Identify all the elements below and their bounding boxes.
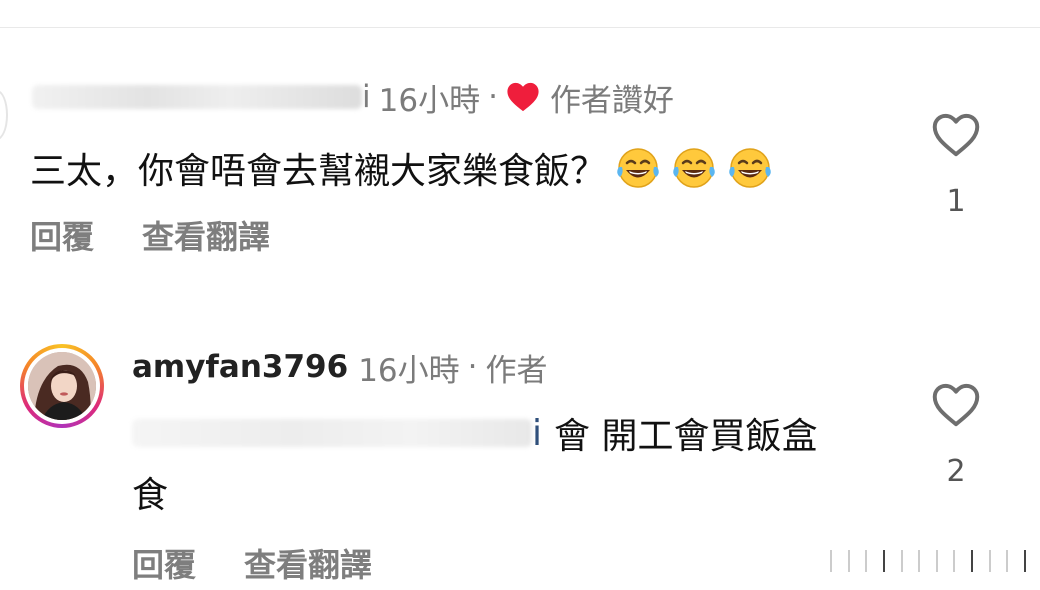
comment-text-content: 三太，你會唔會去幫襯大家樂食飯？ bbox=[30, 151, 607, 192]
watermark-mark bbox=[1023, 550, 1026, 572]
see-translation-button[interactable]: 查看翻譯 bbox=[142, 212, 270, 258]
comment-meta: amyfan3796 16小時 · 作者 bbox=[132, 347, 548, 389]
watermark-mark bbox=[865, 550, 868, 572]
avatar[interactable] bbox=[0, 90, 8, 140]
author-badge: 作者 bbox=[485, 352, 548, 389]
watermark-mark bbox=[1006, 550, 1009, 572]
watermark-mark bbox=[953, 550, 956, 572]
username[interactable]: amyfan3796 bbox=[132, 349, 348, 385]
avatar-border bbox=[24, 348, 100, 424]
comment-item: i 16小時 · 作者讚好 三太，你會唔會去幫襯大家樂食飯？ 回覆 查看翻譯 1 bbox=[0, 60, 1040, 270]
mention-suffix[interactable]: i bbox=[532, 413, 542, 454]
heart-outline-icon[interactable] bbox=[931, 112, 981, 158]
comment-text: i 會 開工會買飯盒 bbox=[132, 410, 818, 457]
face-with-tears-of-joy-icon bbox=[617, 148, 659, 188]
comment-actions: 回覆 查看翻譯 bbox=[30, 212, 270, 258]
like-count: 1 bbox=[946, 184, 966, 219]
watermark-mark bbox=[988, 550, 991, 572]
like-column: 1 bbox=[926, 112, 986, 219]
author-liked-badge: 作者讚好 bbox=[549, 82, 674, 119]
like-count: 2 bbox=[946, 454, 966, 489]
watermark-mark bbox=[847, 550, 850, 572]
watermark-mark bbox=[882, 550, 885, 572]
comment-text-line2: 食 bbox=[132, 475, 169, 516]
like-column: 2 bbox=[926, 382, 986, 489]
see-translation-button[interactable]: 查看翻譯 bbox=[244, 540, 372, 586]
watermark-mark bbox=[918, 550, 921, 572]
watermark-mark bbox=[830, 550, 832, 572]
watermark-mark bbox=[900, 550, 903, 572]
heart-outline-icon[interactable] bbox=[931, 382, 981, 428]
watermark-mark bbox=[971, 550, 973, 572]
face-with-tears-of-joy-icon bbox=[729, 148, 771, 188]
username-redacted[interactable] bbox=[32, 85, 362, 109]
face-with-tears-of-joy-icon bbox=[673, 148, 715, 188]
comment-time: 16小時 bbox=[378, 82, 481, 119]
username-suffix[interactable]: i bbox=[362, 79, 371, 115]
meta-separator: · bbox=[488, 79, 498, 115]
watermark bbox=[830, 548, 1026, 574]
comment-text-line1: 會 開工會買飯盒 bbox=[554, 416, 818, 457]
reply-button[interactable]: 回覆 bbox=[132, 540, 196, 586]
comment-time: 16小時 bbox=[358, 352, 460, 389]
mention-redacted[interactable] bbox=[132, 419, 532, 447]
watermark-mark bbox=[935, 550, 938, 572]
heart-filled-icon bbox=[506, 81, 540, 113]
reply-button[interactable]: 回覆 bbox=[30, 212, 94, 258]
comment-actions: 回覆 查看翻譯 bbox=[132, 540, 372, 586]
avatar-photo bbox=[28, 352, 96, 420]
meta-separator: · bbox=[467, 349, 478, 385]
comment-meta: i 16小時 · 作者讚好 bbox=[32, 77, 674, 119]
avatar[interactable] bbox=[20, 344, 104, 428]
comment-text: 三太，你會唔會去幫襯大家樂食飯？ bbox=[30, 142, 774, 194]
top-divider bbox=[0, 27, 1040, 28]
